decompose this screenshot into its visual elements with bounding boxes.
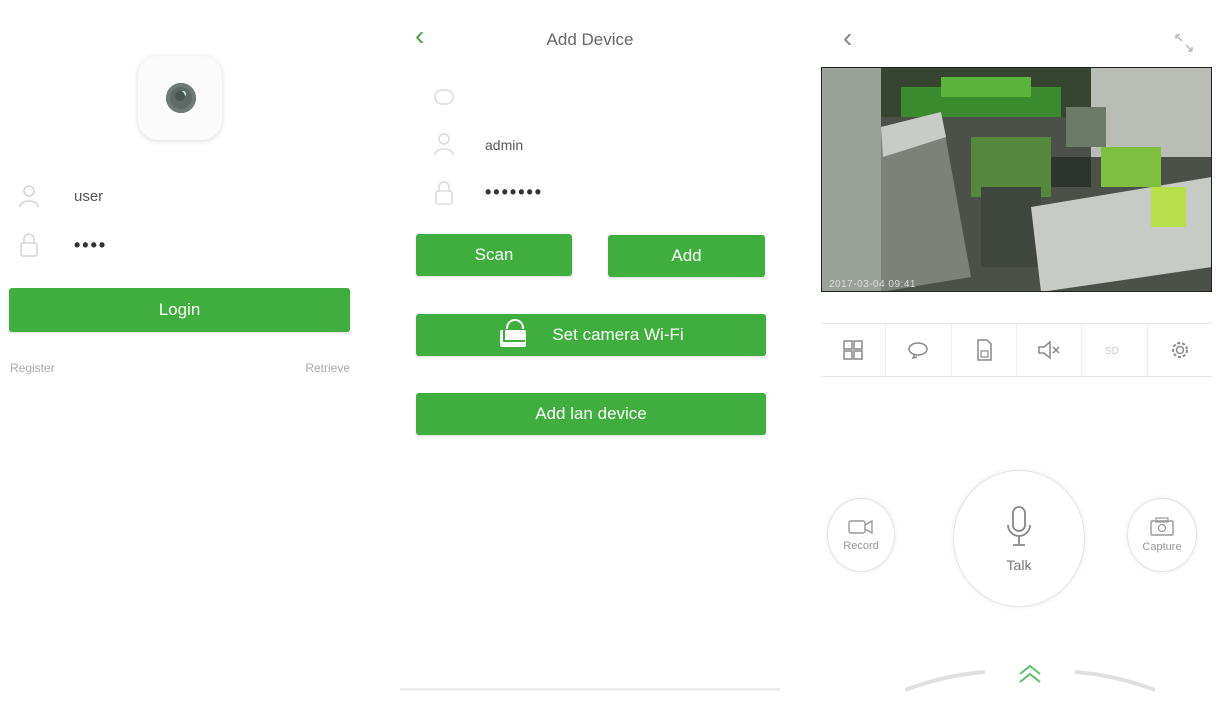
settings-icon — [1171, 342, 1188, 358]
talk-button[interactable]: Talk — [953, 470, 1085, 607]
capture-label: Capture — [1142, 541, 1182, 553]
sd-card-button[interactable] — [952, 324, 1017, 376]
capture-icon — [1150, 517, 1174, 536]
live-toolbar: SD — [821, 323, 1212, 377]
register-link[interactable]: Register — [10, 361, 55, 375]
video-timestamp: 2017-03-04 09:41 — [829, 279, 916, 290]
talk-label: Talk — [1006, 556, 1032, 573]
lock-icon — [435, 181, 453, 205]
sd-card-icon — [977, 339, 992, 361]
retrieve-password-link[interactable]: Retrieve — [305, 361, 350, 375]
wifi-envelope-icon — [498, 319, 528, 348]
split-screen-button[interactable] — [821, 324, 887, 376]
quality-icon: SD — [1105, 346, 1119, 357]
back-icon[interactable]: ‹ — [843, 24, 852, 52]
login-button[interactable]: Login — [9, 288, 350, 332]
drawer-handle[interactable] — [905, 660, 1155, 700]
rotate-button[interactable] — [886, 324, 952, 376]
mute-icon — [1038, 340, 1060, 360]
office-scene-image — [821, 67, 1212, 292]
add-lan-device-button[interactable]: Add lan device — [416, 393, 766, 435]
svg-text:SD: SD — [1105, 346, 1119, 357]
page-title: Add Device — [546, 30, 634, 49]
device-password-input[interactable]: ••••••• — [485, 182, 543, 203]
fullscreen-icon[interactable] — [1173, 32, 1195, 54]
set-camera-wifi-label: Set camera Wi-Fi — [552, 325, 684, 344]
user-icon — [434, 133, 454, 156]
rotate-icon — [908, 342, 929, 360]
mute-button[interactable] — [1017, 324, 1083, 376]
add-device-screen: ‹ Add Device admin ••••••• Scan Add Set … — [375, 0, 805, 713]
device-id-input[interactable] — [485, 86, 765, 106]
video-camera-icon — [848, 519, 873, 535]
microphone-icon — [1007, 505, 1031, 546]
record-button[interactable]: Record — [827, 498, 895, 572]
username-input[interactable]: user — [74, 188, 103, 205]
device-id-icon — [434, 89, 454, 105]
bottom-divider — [400, 688, 780, 691]
live-view-screen: ‹ 2017-03-04 09:41 SD Record Talk Captur… — [815, 0, 1218, 713]
login-screen: user •••• Login Register Retrieve — [0, 0, 370, 713]
app-logo — [138, 56, 222, 140]
add-button[interactable]: Add — [608, 235, 765, 277]
quality-button[interactable]: SD — [1082, 324, 1148, 376]
set-camera-wifi-button[interactable]: Set camera Wi-Fi — [416, 314, 766, 356]
password-input[interactable]: •••• — [74, 235, 107, 256]
grid-icon — [843, 340, 863, 360]
scan-button[interactable]: Scan — [416, 234, 572, 276]
user-icon — [19, 185, 39, 208]
expand-up-icon — [1019, 664, 1041, 683]
record-label: Record — [843, 540, 879, 552]
lock-icon — [20, 233, 38, 257]
device-username-input[interactable]: admin — [485, 137, 523, 153]
settings-button[interactable] — [1148, 324, 1212, 376]
camera-lens-icon — [166, 83, 196, 113]
camera-video-feed[interactable]: 2017-03-04 09:41 — [821, 67, 1212, 292]
capture-button[interactable]: Capture — [1127, 498, 1197, 572]
